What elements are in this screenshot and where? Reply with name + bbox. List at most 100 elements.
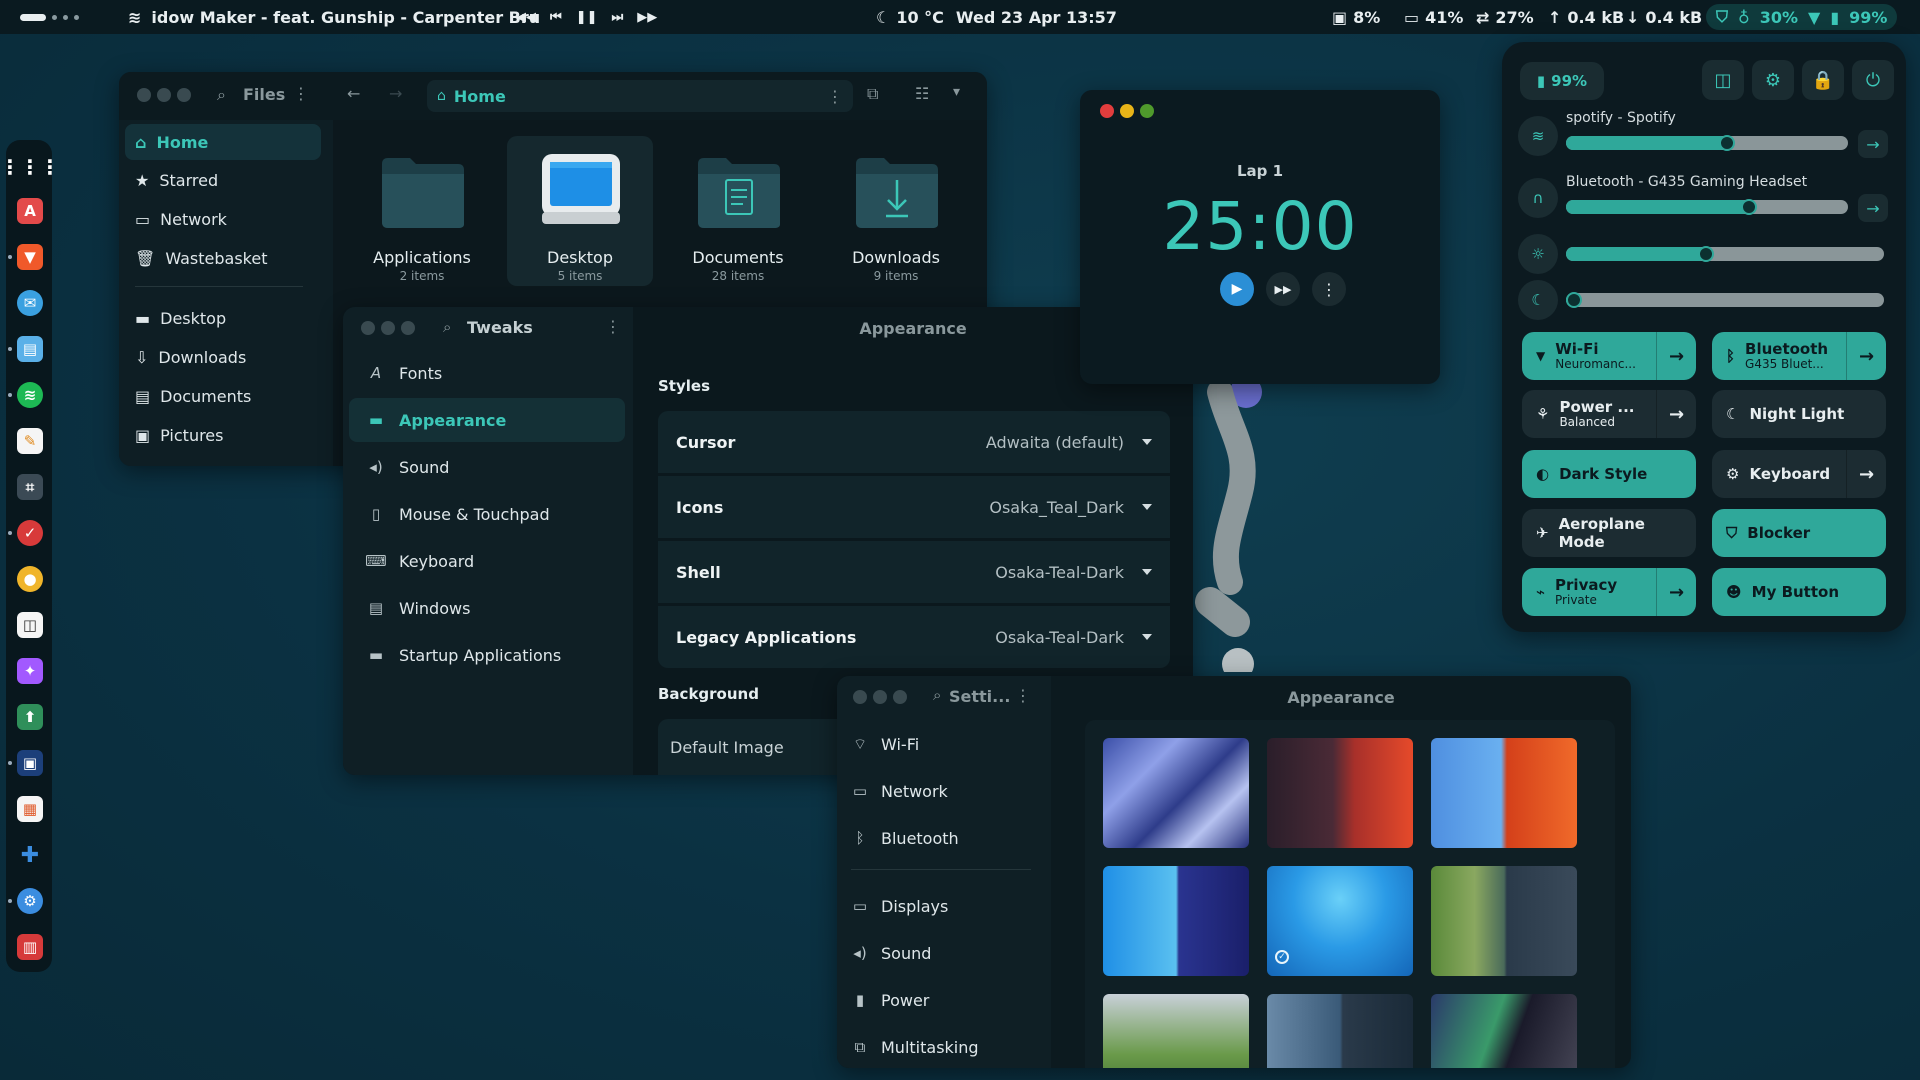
power-mode-toggle[interactable]: ⚘ Power ... Balanced →	[1522, 390, 1696, 438]
search-icon[interactable]: ⌕	[933, 686, 941, 704]
sidebar-item-starred[interactable]: ★ Starred	[125, 162, 321, 198]
forward-icon[interactable]: →	[389, 84, 402, 103]
privacy-toggle[interactable]: ⌁ Privacy Private →	[1522, 568, 1696, 616]
wallpaper-thumb[interactable]	[1431, 994, 1577, 1068]
folder-downloads[interactable]: Downloads 9 items	[823, 136, 969, 286]
blocker-toggle[interactable]: ⛉ Blocker	[1712, 509, 1886, 557]
my-button-toggle[interactable]: ☻ My Button	[1712, 568, 1886, 616]
previous-icon[interactable]: ⏮	[550, 10, 562, 25]
text-editor-icon[interactable]: ✎	[17, 428, 43, 454]
swap-indicator[interactable]: ⇄ 27%	[1476, 0, 1534, 34]
keyboard-toggle[interactable]: ⚙ Keyboard →	[1712, 450, 1886, 498]
wallpaper-thumb[interactable]	[1431, 866, 1577, 976]
sidebar-item-documents[interactable]: ▤ Documents	[125, 378, 321, 414]
status-area[interactable]: ⛉ ♁ 30% ▼ ▮ 99%	[1706, 4, 1898, 30]
shell-row[interactable]: Shell Osaka-Teal-Dark	[658, 541, 1170, 603]
brightness-icon[interactable]: ☼	[1518, 234, 1558, 274]
clock-weather[interactable]: ☾ 10 °C Wed 23 Apr 13:57	[876, 0, 1117, 34]
net-down-indicator[interactable]: ↓ 0.4 kB	[1626, 0, 1702, 34]
app-store-icon[interactable]: A	[17, 198, 43, 224]
brightness-slider[interactable]	[1566, 246, 1884, 262]
minimize-button[interactable]	[1120, 104, 1134, 118]
tweaks-item-keyboard[interactable]: ⌨ Keyboard	[349, 539, 625, 583]
media-indicator[interactable]: ≋ idow Maker - feat. Gunship - Carpenter…	[128, 0, 540, 34]
spotify-volume-icon[interactable]: ≋	[1518, 116, 1558, 156]
sidebar-item-home[interactable]: ⌂ Home	[125, 124, 321, 160]
settings-item-wifi[interactable]: ⌔ Wi-Fi	[851, 724, 1041, 764]
cpu-indicator[interactable]: ▣ 8%	[1332, 0, 1380, 34]
status-pill[interactable]: ⛉ ♁ 30% ▼ ▮ 99%	[1706, 4, 1898, 30]
folder-applications[interactable]: Applications 2 items	[349, 136, 495, 286]
view-list-icon[interactable]: ☷	[915, 84, 929, 103]
next-icon[interactable]: ⏭	[612, 10, 624, 25]
night-light-slider[interactable]	[1566, 292, 1884, 308]
tweaks-item-windows[interactable]: ▤ Windows	[349, 586, 625, 630]
night-light-toggle[interactable]: ☾ Night Light	[1712, 390, 1886, 438]
lock-button[interactable]: 🔒	[1802, 60, 1844, 100]
tweaks-item-sound[interactable]: ◂) Sound	[349, 445, 625, 489]
bluetooth-toggle[interactable]: ᛒ Bluetooth G435 Bluet... →	[1712, 332, 1886, 380]
timer-menu-button[interactable]: ⋮	[1312, 272, 1346, 306]
skip-button[interactable]: ▶▶	[1266, 272, 1300, 306]
installer-icon[interactable]: ⬆	[17, 704, 43, 730]
icons-row[interactable]: Icons Osaka_Teal_Dark	[658, 476, 1170, 538]
new-folder-icon[interactable]: ⧉	[867, 84, 878, 104]
slider-knob[interactable]	[1718, 135, 1735, 151]
path-home[interactable]: Home	[454, 87, 506, 106]
sidebar-item-downloads[interactable]: ⇩ Downloads	[125, 339, 321, 375]
arrow-right-icon[interactable]: →	[1846, 450, 1886, 498]
settings-item-bluetooth[interactable]: ᛒ Bluetooth	[851, 818, 1041, 858]
wallpaper-thumb[interactable]	[1103, 738, 1249, 848]
slider-knob[interactable]	[1741, 199, 1758, 215]
cursor-row[interactable]: Cursor Adwaita (default)	[658, 411, 1170, 473]
wallpaper-thumb[interactable]	[1431, 738, 1577, 848]
window-controls[interactable]	[853, 690, 907, 704]
arrow-right-icon[interactable]: →	[1858, 130, 1888, 158]
search-icon[interactable]: ⌕	[217, 85, 226, 105]
arrow-right-icon[interactable]: →	[1858, 194, 1888, 222]
menu-icon[interactable]: ⋮	[1015, 686, 1031, 705]
settings-item-sound[interactable]: ◂) Sound	[851, 933, 1041, 973]
headphones-icon[interactable]: ∩	[1518, 178, 1558, 218]
figma-icon[interactable]: ✦	[17, 658, 43, 684]
tweaks-item-fonts[interactable]: A Fonts	[349, 351, 625, 395]
files-icon[interactable]: ▤	[17, 336, 43, 362]
sidebar-item-network[interactable]: ▭ Network	[125, 201, 321, 237]
window-controls[interactable]	[137, 88, 191, 102]
document-viewer-icon[interactable]: ▦	[17, 796, 43, 822]
settings-item-network[interactable]: ▭ Network	[851, 771, 1041, 811]
arrow-right-icon[interactable]: →	[1656, 390, 1696, 438]
settings-item-power[interactable]: ▮ Power	[851, 980, 1041, 1020]
net-up-indicator[interactable]: ↑ 0.4 kB	[1548, 0, 1624, 34]
package-icon[interactable]: ◫	[17, 612, 43, 638]
tweaks-item-startup[interactable]: ▬ Startup Applications	[349, 633, 625, 677]
extensions-icon[interactable]: ✚	[17, 842, 43, 868]
activities-indicator[interactable]	[20, 0, 79, 34]
trash-icon[interactable]: ▥	[17, 934, 43, 960]
spotify-volume-slider[interactable]	[1566, 135, 1848, 151]
wifi-toggle[interactable]: ▼ Wi-Fi Neuromanc... →	[1522, 332, 1696, 380]
menu-icon[interactable]: ⋮	[293, 84, 309, 103]
window-controls[interactable]	[361, 321, 415, 335]
background-row[interactable]: Default Image	[658, 719, 858, 775]
wallpaper-thumb[interactable]	[1267, 994, 1413, 1068]
arrow-right-icon[interactable]: →	[1656, 332, 1696, 380]
folder-desktop[interactable]: Desktop 5 items	[507, 136, 653, 286]
window-controls[interactable]	[1100, 104, 1154, 118]
maximize-button[interactable]	[1140, 104, 1154, 118]
settings-item-displays[interactable]: ▭ Displays	[851, 886, 1041, 926]
screenshot-icon[interactable]: ⌗	[17, 474, 43, 500]
bluetooth-volume-slider[interactable]	[1566, 199, 1848, 215]
power-button[interactable]: ⏻	[1852, 60, 1894, 100]
slider-knob[interactable]	[1697, 246, 1714, 262]
dark-style-toggle[interactable]: ◐ Dark Style	[1522, 450, 1696, 498]
folder-documents[interactable]: Documents 28 items	[665, 136, 811, 286]
aeroplane-mode-toggle[interactable]: ✈ Aeroplane Mode	[1522, 509, 1696, 557]
tweaks-item-mouse[interactable]: ▯ Mouse & Touchpad	[349, 492, 625, 536]
legacy-applications-row[interactable]: Legacy Applications Osaka-Teal-Dark	[658, 606, 1170, 668]
back-icon[interactable]: ←	[347, 84, 360, 103]
settings-button[interactable]: ⚙	[1752, 60, 1794, 100]
pause-icon[interactable]: ❚❚	[576, 10, 598, 25]
chrome-icon[interactable]: ●	[17, 566, 43, 592]
wallpaper-thumb[interactable]	[1103, 866, 1249, 976]
